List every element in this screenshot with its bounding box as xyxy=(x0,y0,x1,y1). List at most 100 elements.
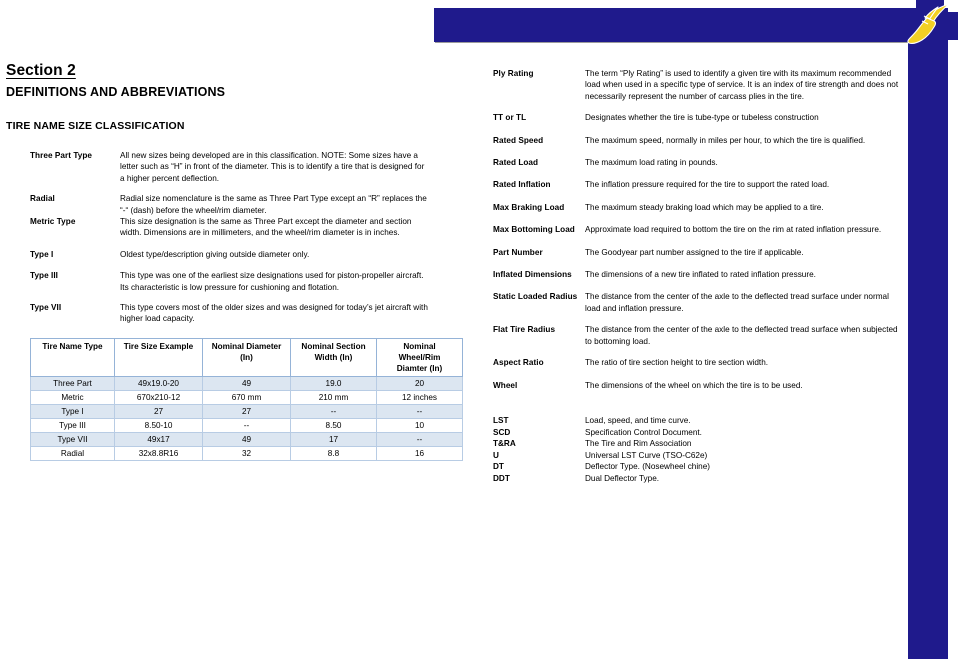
definition-description: This size designation is the same as Thr… xyxy=(120,217,412,238)
table-cell: -- xyxy=(376,432,463,447)
classification-heading: TIRE NAME SIZE CLASSIFICATION xyxy=(6,120,185,132)
table-cell: 27 xyxy=(202,404,291,419)
terminology-definitions-list: Ply Rating The term “Ply Rating” is used … xyxy=(485,68,905,391)
abbreviation-term: DT xyxy=(493,462,504,472)
left-column: Section 2 DEFINITIONS AND ABBREVIATIONS … xyxy=(0,0,480,659)
table-header: Tire Name Type Tire Size Example Nominal D… xyxy=(30,338,463,377)
abbreviation-description: Specification Control Document. xyxy=(585,427,702,437)
definition-row: Wheel The dimensions of the wheel on whic… xyxy=(485,380,905,391)
abbreviation-description: Load, speed, and time curve. xyxy=(585,416,691,425)
definition-term: Part Number xyxy=(493,247,543,257)
table-column-header: Nominal Wheel/Rim Diamter (In) xyxy=(376,338,463,377)
document-subtitle: DEFINITIONS AND ABBREVIATIONS xyxy=(6,85,226,99)
definition-term: Max Braking Load xyxy=(493,202,565,212)
definition-term: Rated Load xyxy=(493,158,539,168)
definition-term: Wheel xyxy=(493,380,518,390)
table-cell: 8.50 xyxy=(290,418,377,433)
definition-description: The inflation pressure required for the … xyxy=(585,180,830,190)
table-cell: 49x17 xyxy=(114,432,203,447)
table-row: Radial 32x8.8R16 32 8.8 16 xyxy=(30,446,463,461)
table-cell: 49x19.0-20 xyxy=(114,376,203,391)
table-row: Metric 670x210-12 670 mm 210 mm 12 inches xyxy=(30,390,463,405)
table-row: Type I 27 27 -- -- xyxy=(30,404,463,419)
right-column: Ply Rating The term “Ply Rating” is used … xyxy=(485,0,905,659)
definition-description: The dimensions of the wheel on which the… xyxy=(585,380,803,390)
table-cell: 49 xyxy=(202,376,291,391)
definition-row: Radial Radial size nomenclature is the sa… xyxy=(0,193,480,216)
definition-description: This type was one of the earliest size d… xyxy=(120,271,424,292)
definition-term: Max Bottoming Load xyxy=(493,225,575,235)
definition-row: Ply Rating The term “Ply Rating” is used … xyxy=(485,68,905,102)
definition-term: Metric Type xyxy=(30,217,76,227)
definition-row: Rated Speed The maximum speed, normally i… xyxy=(485,135,905,146)
table-cell: 8.50-10 xyxy=(114,418,203,433)
table-cell: 49 xyxy=(202,432,291,447)
definition-term: Type VII xyxy=(30,303,62,313)
definition-description: The Goodyear part number assigned to the… xyxy=(585,247,804,257)
abbreviation-term: U xyxy=(493,450,499,460)
table-cell: Type I xyxy=(30,404,115,419)
table-cell: -- xyxy=(290,404,377,419)
abbreviation-row: DT Deflector Type. (Nosewheel chine) xyxy=(485,461,905,473)
table-body: Three Part 49x19.0-20 49 19.0 20 Metric 670x21… xyxy=(30,376,463,461)
abbreviation-description: Deflector Type. (Nosewheel chine) xyxy=(585,462,710,472)
abbreviations-list: LST Load, speed, and time curve. SCD Specif… xyxy=(485,415,905,485)
definition-term: TT or TL xyxy=(493,113,527,123)
table-cell: Three Part xyxy=(30,376,115,391)
table-cell: 32x8.8R16 xyxy=(114,446,203,461)
definition-description: Designates whether the tire is tube-type… xyxy=(585,113,819,123)
page-title: Section 2 xyxy=(6,62,76,79)
table-column-header: Nominal Section Width (In) xyxy=(290,338,377,377)
abbreviation-row: LST Load, speed, and time curve. xyxy=(485,415,905,427)
definition-row: Rated Inflation The inflation pressure re… xyxy=(485,179,905,190)
table-column-header: Nominal Diameter (In) xyxy=(202,338,291,377)
definition-row: Three Part Type All new sizes being devel… xyxy=(0,150,480,184)
table-cell: 210 mm xyxy=(290,390,377,405)
definition-term: Static Loaded Radius xyxy=(493,292,578,302)
table-cell: Type VII xyxy=(30,432,115,447)
table-cell: 12 inches xyxy=(376,390,463,405)
table-column-header: Tire Name Type xyxy=(30,338,115,377)
table-cell: 32 xyxy=(202,446,291,461)
table-row: Type VII 49x17 49 17 -- xyxy=(30,432,463,447)
table-header-row: Tire Name Type Tire Size Example Nominal D… xyxy=(30,338,463,377)
definition-row: Type I Oldest type/description giving out… xyxy=(0,249,480,260)
definition-term: Three Part Type xyxy=(30,151,93,160)
definition-term: Rated Speed xyxy=(493,135,544,145)
definition-term: Type III xyxy=(30,271,58,281)
definition-description: All new sizes being developed are in thi… xyxy=(120,151,425,183)
definition-row: Max Braking Load The maximum steady braki… xyxy=(485,202,905,213)
definition-description: Oldest type/description giving outside d… xyxy=(120,249,310,259)
goodyear-winged-foot-logo-icon xyxy=(902,0,958,50)
table-cell: Metric xyxy=(30,390,115,405)
abbreviation-description: The Tire and Rim Association xyxy=(585,439,692,449)
table-cell: -- xyxy=(376,404,463,419)
definition-row: Aspect Ratio The ratio of tire section he… xyxy=(485,357,905,368)
definition-row: Rated Load The maximum load rating in pou… xyxy=(485,157,905,168)
definition-description: The dimensions of a new tire inflated to… xyxy=(585,270,816,280)
abbreviation-row: SCD Specification Control Document. xyxy=(485,427,905,439)
abbreviation-term: DDT xyxy=(493,473,510,483)
table-cell: 27 xyxy=(114,404,203,419)
abbreviation-term: T&RA xyxy=(493,439,516,449)
table-cell: -- xyxy=(202,418,291,433)
definition-term: Aspect Ratio xyxy=(493,358,544,368)
definition-row: Max Bottoming Load Approximate load requi… xyxy=(485,224,905,235)
definition-description: This type covers most of the older sizes… xyxy=(120,303,428,324)
table-cell: 670 mm xyxy=(202,390,291,405)
definition-description: Approximate load required to bottom the … xyxy=(585,225,882,235)
table-row: Type III 8.50-10 -- 8.50 10 xyxy=(30,418,463,433)
definition-description: The term “Ply Rating” is used to identif… xyxy=(585,69,899,101)
definition-description: The distance from the center of the axle… xyxy=(585,292,889,313)
abbreviation-description: Universal LST Curve (TSO-C62e) xyxy=(585,450,708,460)
abbreviation-row: T&RA The Tire and Rim Association xyxy=(485,438,905,450)
definition-row: Type III This type was one of the earlies… xyxy=(0,270,480,293)
table-cell: 19.0 xyxy=(290,376,377,391)
definition-term: Type I xyxy=(30,249,54,259)
definition-row: Type VII This type covers most of the old… xyxy=(0,302,480,325)
table-cell: 8.8 xyxy=(290,446,377,461)
definition-term: Rated Inflation xyxy=(493,180,551,190)
definition-description: The ratio of tire section height to tire… xyxy=(585,358,769,368)
table-cell: Type III xyxy=(30,418,115,433)
tire-size-table: Tire Name Type Tire Size Example Nominal D… xyxy=(30,338,463,461)
